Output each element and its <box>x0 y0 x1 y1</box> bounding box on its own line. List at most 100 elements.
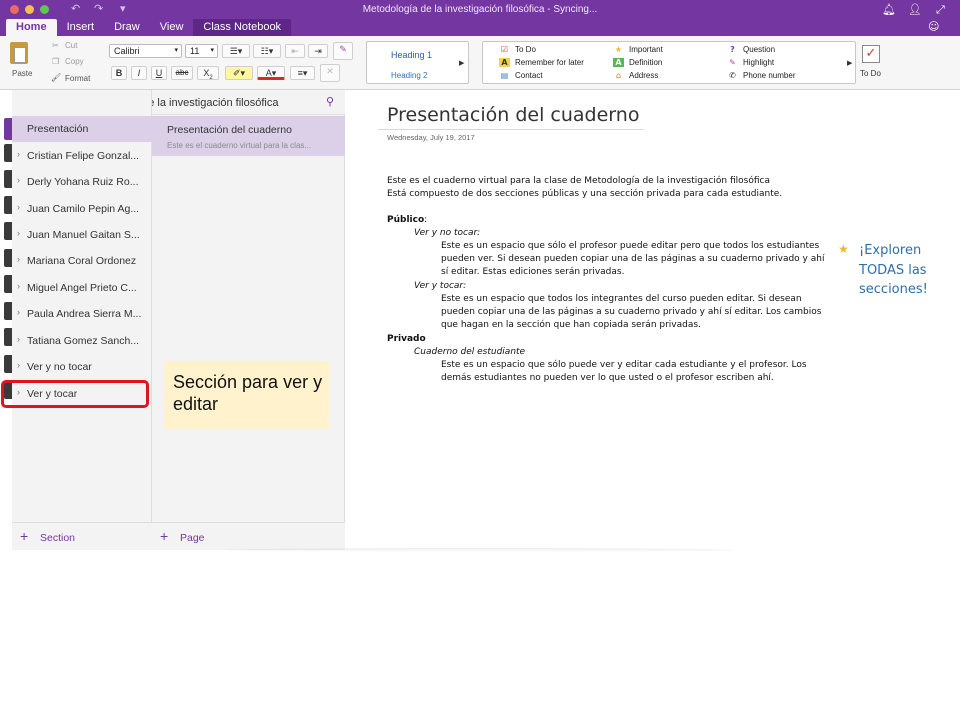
tags-gallery[interactable]: ☑ To Do A Remember for later ▤ Contact ★ Imp… <box>482 41 856 84</box>
page-item[interactable]: Presentación del cuaderno Este es el cua… <box>152 116 345 156</box>
paragraph-cuaderno-estudiante[interactable]: Este es un espacio que sólo puede ver y … <box>441 359 831 385</box>
chevron-right-icon[interactable]: › <box>17 307 20 317</box>
section-item[interactable]: › Miguel Angel Prieto C... <box>12 275 152 301</box>
feedback-smiley-icon[interactable]: ☺ <box>928 20 939 33</box>
chevron-right-icon[interactable]: › <box>17 334 20 344</box>
subheading-ver-y-tocar[interactable]: Ver y tocar: <box>414 280 466 293</box>
intro-line-1[interactable]: Este es el cuaderno virtual para la clas… <box>387 175 770 188</box>
section-label: Tatiana Gomez Sanch... <box>27 335 140 347</box>
question-icon: ? <box>730 45 735 54</box>
section-item[interactable]: › Juan Camilo Pepin Ag... <box>12 196 152 222</box>
chevron-right-icon[interactable]: › <box>17 360 20 370</box>
scissors-icon[interactable]: ✂ <box>52 41 59 50</box>
tab-view[interactable]: View <box>150 19 194 36</box>
strikethrough-button[interactable]: abc <box>171 66 193 80</box>
chevron-right-icon[interactable]: › <box>17 202 20 212</box>
copy-button[interactable]: Copy <box>65 57 84 66</box>
notification-bell-icon[interactable]: 🔔︎ <box>882 3 896 16</box>
chevron-right-icon[interactable]: › <box>17 149 20 159</box>
highlighter-icon: ✎ <box>729 58 736 67</box>
ribbon: Paste ✂ Cut ❐ Copy 🖌︎ Format Calibri ▾ 1… <box>0 36 960 90</box>
title-bar: ↶ ↷ ▾ Metodología de la investigación fi… <box>0 0 960 36</box>
numbering-button[interactable]: ☷▾ <box>253 44 281 58</box>
paragraph-ver-y-tocar[interactable]: Este es un espacio que todos los integra… <box>441 293 831 332</box>
section-color-tab <box>4 249 12 267</box>
section-item[interactable]: › Mariana Coral Ordonez <box>12 248 152 274</box>
todo-tag-icon[interactable]: ✓ <box>862 45 880 63</box>
clear-formatting-icon[interactable]: ✎ <box>333 42 353 60</box>
subheading-cuaderno-estudiante[interactable]: Cuaderno del estudiante <box>414 346 525 359</box>
section-item[interactable]: › Juan Manuel Gaitan S... <box>12 222 152 248</box>
intro-line-2[interactable]: Está compuesto de dos secciones públicas… <box>387 188 782 201</box>
tab-home[interactable]: Home <box>6 19 57 36</box>
font-size-select[interactable]: 11 ▾ <box>185 44 218 58</box>
tag-question[interactable]: ? Question <box>727 45 775 54</box>
pages-pane <box>152 115 345 550</box>
cut-button[interactable]: Cut <box>65 41 77 50</box>
tab-draw[interactable]: Draw <box>104 19 150 36</box>
section-item[interactable]: › Cristian Felipe Gonzal... <box>12 143 152 169</box>
paragraph-ver-y-no-tocar[interactable]: Este es un espacio que sólo el profesor … <box>441 240 831 279</box>
bold-button[interactable]: B <box>111 66 127 80</box>
font-family-select[interactable]: Calibri ▾ <box>109 44 182 58</box>
style-heading-2[interactable]: Heading 2 <box>391 71 427 80</box>
add-section-button[interactable]: + Section <box>12 522 152 550</box>
section-color-tab <box>4 196 12 214</box>
styles-gallery[interactable]: Heading 1 Heading 2 ▶ <box>366 41 469 84</box>
tag-highlight[interactable]: ✎ Highlight <box>727 58 774 67</box>
tag-remember-for-later[interactable]: A Remember for later <box>499 58 584 67</box>
chevron-right-icon[interactable]: ▶ <box>459 59 464 67</box>
share-icon[interactable]: 👤︎ <box>908 3 922 16</box>
section-item-ver-y-no-tocar[interactable]: › Ver y no tocar <box>12 354 152 380</box>
section-item[interactable]: › Tatiana Gomez Sanch... <box>12 328 152 354</box>
bullets-button[interactable]: ☰▾ <box>222 44 250 58</box>
public-heading[interactable]: Público: <box>387 214 427 227</box>
font-family-value: Calibri <box>114 46 140 56</box>
section-item[interactable]: › Derly Yohana Ruiz Ro... <box>12 169 152 195</box>
subheading-ver-y-no-tocar[interactable]: Ver y no tocar: <box>414 227 480 240</box>
chevron-right-icon[interactable]: › <box>17 175 20 185</box>
section-label: Cristian Felipe Gonzal... <box>27 150 140 162</box>
copy-doc-icon[interactable]: ❐ <box>52 57 59 66</box>
paste-button-label[interactable]: Paste <box>12 69 32 78</box>
tag-definition[interactable]: A Definition <box>613 58 662 67</box>
underline-button[interactable]: U <box>151 66 167 80</box>
tag-contact[interactable]: ▤ Contact <box>499 71 543 80</box>
highlight-color-button[interactable]: ✐▾ <box>225 66 253 80</box>
tab-class-notebook[interactable]: Class Notebook <box>193 19 292 36</box>
increase-indent-button[interactable]: ⇥ <box>308 44 328 58</box>
tag-address[interactable]: ⌂ Address <box>613 71 658 80</box>
tab-insert[interactable]: Insert <box>57 19 105 36</box>
chevron-right-icon[interactable]: › <box>17 281 20 291</box>
italic-button[interactable]: I <box>131 66 147 80</box>
chevron-down-icon: ▾ <box>210 47 214 54</box>
page-title[interactable]: Presentación del cuaderno <box>387 104 639 126</box>
section-item[interactable]: › Paula Andrea Sierra M... <box>12 301 152 327</box>
align-button[interactable]: ≡▾ <box>290 66 315 80</box>
tag-phone-number[interactable]: ✆ Phone number <box>727 71 795 80</box>
private-heading[interactable]: Privado <box>387 333 426 346</box>
section-color-tab <box>4 275 12 293</box>
format-painter-icon[interactable]: 🖌︎ <box>51 73 61 82</box>
side-note-text: ¡Exploren TODAS las secciones! <box>859 243 928 297</box>
delete-icon[interactable]: ✕ <box>320 64 340 82</box>
search-icon[interactable]: ⚲ <box>326 95 334 108</box>
tag-important[interactable]: ★ Important <box>613 45 663 54</box>
chevron-right-icon[interactable]: › <box>17 254 20 264</box>
fullscreen-icon[interactable]: ⤢ <box>936 3 945 17</box>
subscript-button[interactable]: X2 <box>197 66 219 81</box>
tag-todo[interactable]: ☑ To Do <box>499 45 536 54</box>
star-icon: ★ <box>838 242 849 256</box>
chevron-right-icon[interactable]: › <box>17 228 20 238</box>
section-label: Mariana Coral Ordonez <box>27 255 137 267</box>
add-page-button[interactable]: + Page <box>152 522 345 550</box>
section-color-tab <box>4 328 12 346</box>
chevron-right-icon[interactable]: ▶ <box>847 59 852 67</box>
font-color-button[interactable]: A▾ <box>257 66 285 80</box>
paste-icon[interactable] <box>10 42 28 64</box>
todo-tag-button[interactable]: To Do <box>860 69 881 78</box>
format-painter-button[interactable]: Format <box>65 74 90 83</box>
style-heading-1[interactable]: Heading 1 <box>391 50 432 60</box>
decrease-indent-button[interactable]: ⇤ <box>285 44 305 58</box>
section-item-presentacion[interactable]: Presentación <box>12 116 152 142</box>
